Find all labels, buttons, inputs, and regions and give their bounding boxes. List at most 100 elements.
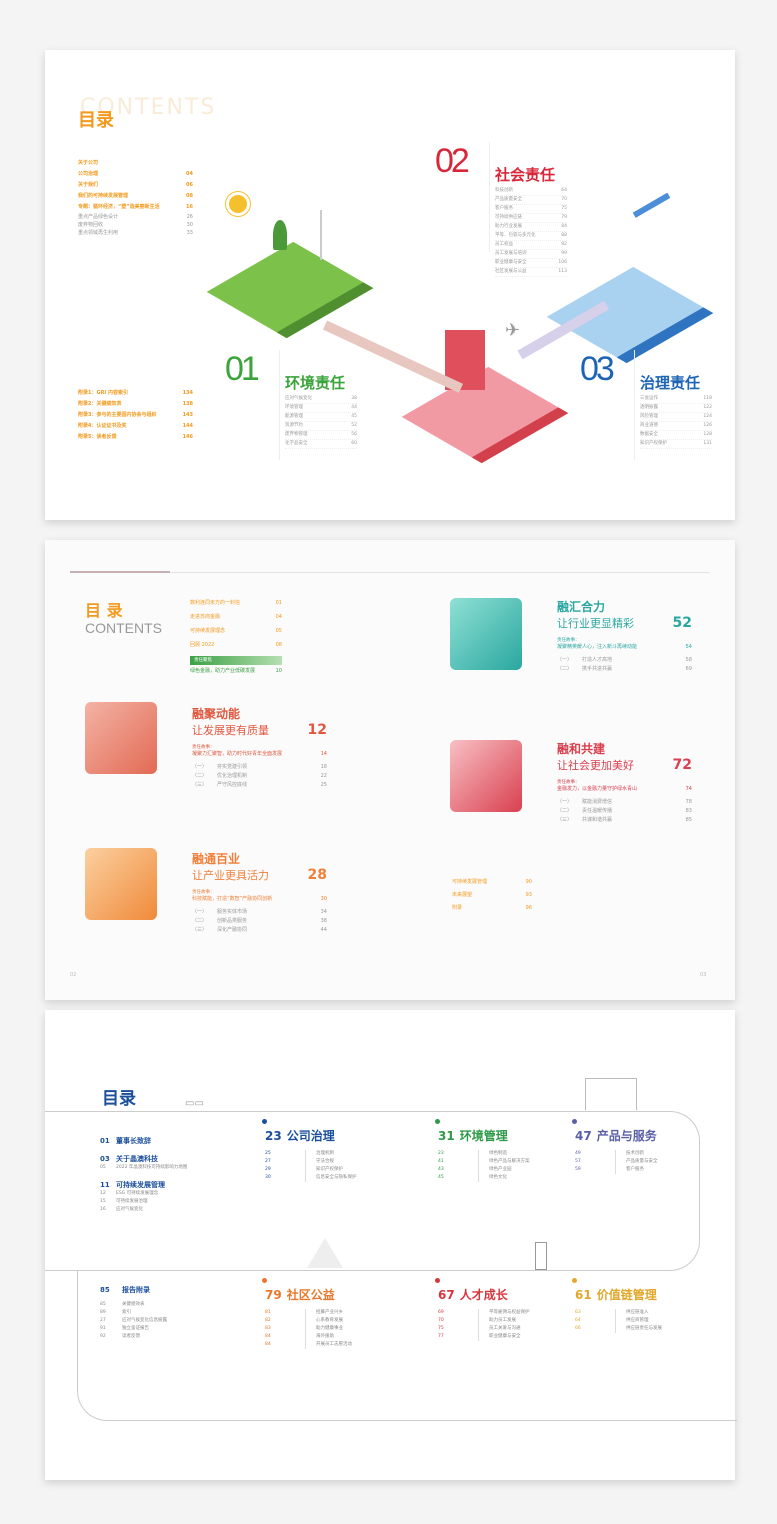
toc-row[interactable]: 科技创新 64 <box>495 187 567 196</box>
toc-row[interactable]: 16 应对气候变化 <box>100 1206 260 1214</box>
chapter-heading[interactable]: 67 人才成长 <box>438 1286 598 1303</box>
toc-row[interactable]: 社区发展与公益 113 <box>495 268 567 277</box>
toc-row[interactable]: 12 ESG 可持续发展理念 <box>100 1190 260 1198</box>
toc-row[interactable]: 金融发力，以金融力量守护绿水青山 74 <box>557 785 692 794</box>
toc-row[interactable]: 25 治理机制 <box>265 1150 425 1158</box>
toc-row[interactable]: 环境管理 44 <box>285 404 357 413</box>
toc-row[interactable]: 公司治理 04 <box>78 169 193 180</box>
toc-row[interactable]: 重点产品绿色设计 26 <box>78 213 193 221</box>
toc-row[interactable]: 23 绿色制造 <box>438 1150 598 1158</box>
toc-row[interactable]: 助力行业发展 84 <box>495 223 567 232</box>
toc-row[interactable]: 商业道德 126 <box>640 422 712 431</box>
toc-row[interactable]: 废弃物回收 30 <box>78 221 193 229</box>
toc-heading[interactable]: 85 报告附录 <box>100 1285 260 1295</box>
toc-row[interactable]: 43 绿色产业园 <box>438 1166 598 1174</box>
toc-row[interactable]: 数利连同未方的一封信 01 <box>190 596 282 610</box>
toc-row[interactable]: 91 独立鉴证报告 <box>100 1325 260 1333</box>
toc-row[interactable]: 知识产权保护 131 <box>640 440 712 449</box>
chapter-heading[interactable]: 23 公司治理 <box>265 1127 425 1144</box>
toc-row[interactable]: 57 产品质量与安全 <box>575 1158 735 1166</box>
toc-row[interactable]: （二） 责任温暖传播 83 <box>557 807 692 816</box>
toc-heading[interactable]: 01 董事长致辞 <box>100 1136 260 1146</box>
toc-row[interactable]: 附录2：关键绩效表 138 <box>78 399 193 410</box>
toc-heading[interactable]: 11 可持续发展管理 <box>100 1180 260 1190</box>
chapter-heading[interactable]: 47 产品与服务 <box>575 1127 735 1144</box>
toc-row[interactable]: 70 助力员工发展 <box>438 1317 598 1325</box>
toc-row[interactable]: 三会运作 118 <box>640 395 712 404</box>
toc-row[interactable]: 15 可持续发展治理 <box>100 1198 260 1206</box>
toc-row[interactable]: （二） 创新品类服务 38 <box>192 917 327 926</box>
toc-row[interactable]: 产品质量安全 70 <box>495 196 567 205</box>
toc-row[interactable]: （一） 赋能消费增信 78 <box>557 798 692 807</box>
toc-row[interactable]: 能源管理 45 <box>285 413 357 422</box>
toc-row[interactable]: 员工发展与培训 99 <box>495 250 567 259</box>
toc-row[interactable]: 职业健康与安全 106 <box>495 259 567 268</box>
toc-row[interactable]: 可持续发展理念 05 <box>190 624 282 638</box>
toc-row[interactable]: 84 海外援助 <box>265 1333 425 1341</box>
toc-row[interactable]: 附录1：GRI 内容索引 134 <box>78 388 193 399</box>
toc-row[interactable]: 84 开展员工志愿活动 <box>265 1341 425 1349</box>
toc-row[interactable]: 回顾 2022 08 <box>190 638 282 652</box>
toc-row[interactable]: （二） 优化治理机制 22 <box>192 772 327 781</box>
toc-row[interactable]: 附录3：参与的主要国内协会与组织 143 <box>78 410 193 421</box>
toc-row[interactable]: 附录5：读者反馈 146 <box>78 432 193 443</box>
toc-row[interactable]: 27 应对气候变化信息披露 <box>100 1317 260 1325</box>
toc-row[interactable]: 专题：循环经济，“塑”造美丽新生活 16 <box>78 202 193 213</box>
toc-row[interactable]: 49 技术创新 <box>575 1150 735 1158</box>
toc-row[interactable]: 废弃物管理 56 <box>285 431 357 440</box>
toc-row[interactable]: 未来展望 93 <box>452 889 532 902</box>
toc-row[interactable]: 凝聚精英暖人心，注入新斗再续动能 54 <box>557 643 692 652</box>
toc-row[interactable]: （三） 共谋和谐共赢 85 <box>557 816 692 825</box>
toc-row[interactable]: （二） 携手共进共赢 69 <box>557 665 692 674</box>
toc-row[interactable]: 81 招募产业兴乡 <box>265 1309 425 1317</box>
toc-row[interactable]: 科技赋能，打造“数智”产融协同创新 30 <box>192 895 327 904</box>
toc-row[interactable]: 82 心系教育发展 <box>265 1317 425 1325</box>
chapter-heading[interactable]: 31 环境管理 <box>438 1127 598 1144</box>
toc-row[interactable]: （三） 严守风控底线 25 <box>192 781 327 790</box>
toc-row[interactable]: 重点领域再生利用 33 <box>78 229 193 237</box>
toc-row[interactable]: 可持续发展管理 90 <box>452 876 532 889</box>
toc-row[interactable]: 关于公司 <box>78 158 193 169</box>
toc-row[interactable]: （三） 深化产融协同 44 <box>192 926 327 935</box>
toc-row[interactable]: 应对气候变化 38 <box>285 395 357 404</box>
toc-row[interactable]: 可持续供应链 79 <box>495 214 567 223</box>
toc-row[interactable]: 走进苏商金融 04 <box>190 610 282 624</box>
toc-row[interactable]: （一） 服务实体市场 34 <box>192 908 327 917</box>
toc-row[interactable]: 64 供应商管理 <box>575 1317 735 1325</box>
toc-row[interactable]: 92 读者反馈 <box>100 1333 260 1341</box>
toc-row[interactable]: 85 关键绩效表 <box>100 1301 260 1309</box>
toc-row[interactable]: 27 守法合规 <box>265 1158 425 1166</box>
toc-row[interactable]: 63 供应链准入 <box>575 1309 735 1317</box>
toc-row[interactable]: 83 助力健康事业 <box>265 1325 425 1333</box>
toc-row[interactable]: 附录 96 <box>452 902 532 915</box>
toc-row[interactable]: 29 知识产权保护 <box>265 1166 425 1174</box>
toc-row[interactable]: 关于我们 06 <box>78 180 193 191</box>
toc-row[interactable]: 化学品安全 60 <box>285 440 357 449</box>
toc-row[interactable]: 77 职业健康与安全 <box>438 1333 598 1341</box>
chapter-heading[interactable]: 61 价值链管理 <box>575 1286 735 1303</box>
toc-row[interactable]: 66 供应链责任与发展 <box>575 1325 735 1333</box>
toc-row[interactable]: 41 绿色产品与解决方案 <box>438 1158 598 1166</box>
toc-row[interactable]: 客户服务 75 <box>495 205 567 214</box>
toc-row[interactable]: 资源节约 52 <box>285 422 357 431</box>
toc-row[interactable]: 05 2022 年晶澳科技可持续影响力地图 <box>100 1164 260 1172</box>
toc-row[interactable]: 数据安全 128 <box>640 431 712 440</box>
toc-row[interactable]: 透明披露 122 <box>640 404 712 413</box>
toc-row[interactable]: 附录4：认证证书及奖 144 <box>78 421 193 432</box>
toc-heading[interactable]: 03 关于晶澳科技 <box>100 1154 260 1164</box>
toc-row[interactable]: 我们的可持续发展管理 08 <box>78 191 193 202</box>
toc-row[interactable]: 员工权益 92 <box>495 241 567 250</box>
toc-row[interactable]: 风险管理 124 <box>640 413 712 422</box>
toc-row[interactable]: 75 员工关爱与沟通 <box>438 1325 598 1333</box>
toc-row[interactable]: 平等、包容与多元化 88 <box>495 232 567 241</box>
toc-row[interactable]: 30 信息安全与隐私保护 <box>265 1174 425 1182</box>
chapter-heading[interactable]: 79 社区公益 <box>265 1286 425 1303</box>
toc-row[interactable]: 69 平等雇佣与权益保护 <box>438 1309 598 1317</box>
toc-row[interactable]: 45 绿色文化 <box>438 1174 598 1182</box>
toc-row[interactable]: 凝聚力汇聚智，助力时代好青年全面发展 14 <box>192 750 327 759</box>
feature-item[interactable]: 绿色金融，助力产业低碳发展 10 <box>190 667 282 676</box>
toc-row[interactable]: 59 客户服务 <box>575 1166 735 1174</box>
toc-row[interactable]: 89 索引 <box>100 1309 260 1317</box>
toc-row[interactable]: （一） 夯实党建引领 18 <box>192 763 327 772</box>
toc-row[interactable]: （一） 打造人才高地 58 <box>557 656 692 665</box>
